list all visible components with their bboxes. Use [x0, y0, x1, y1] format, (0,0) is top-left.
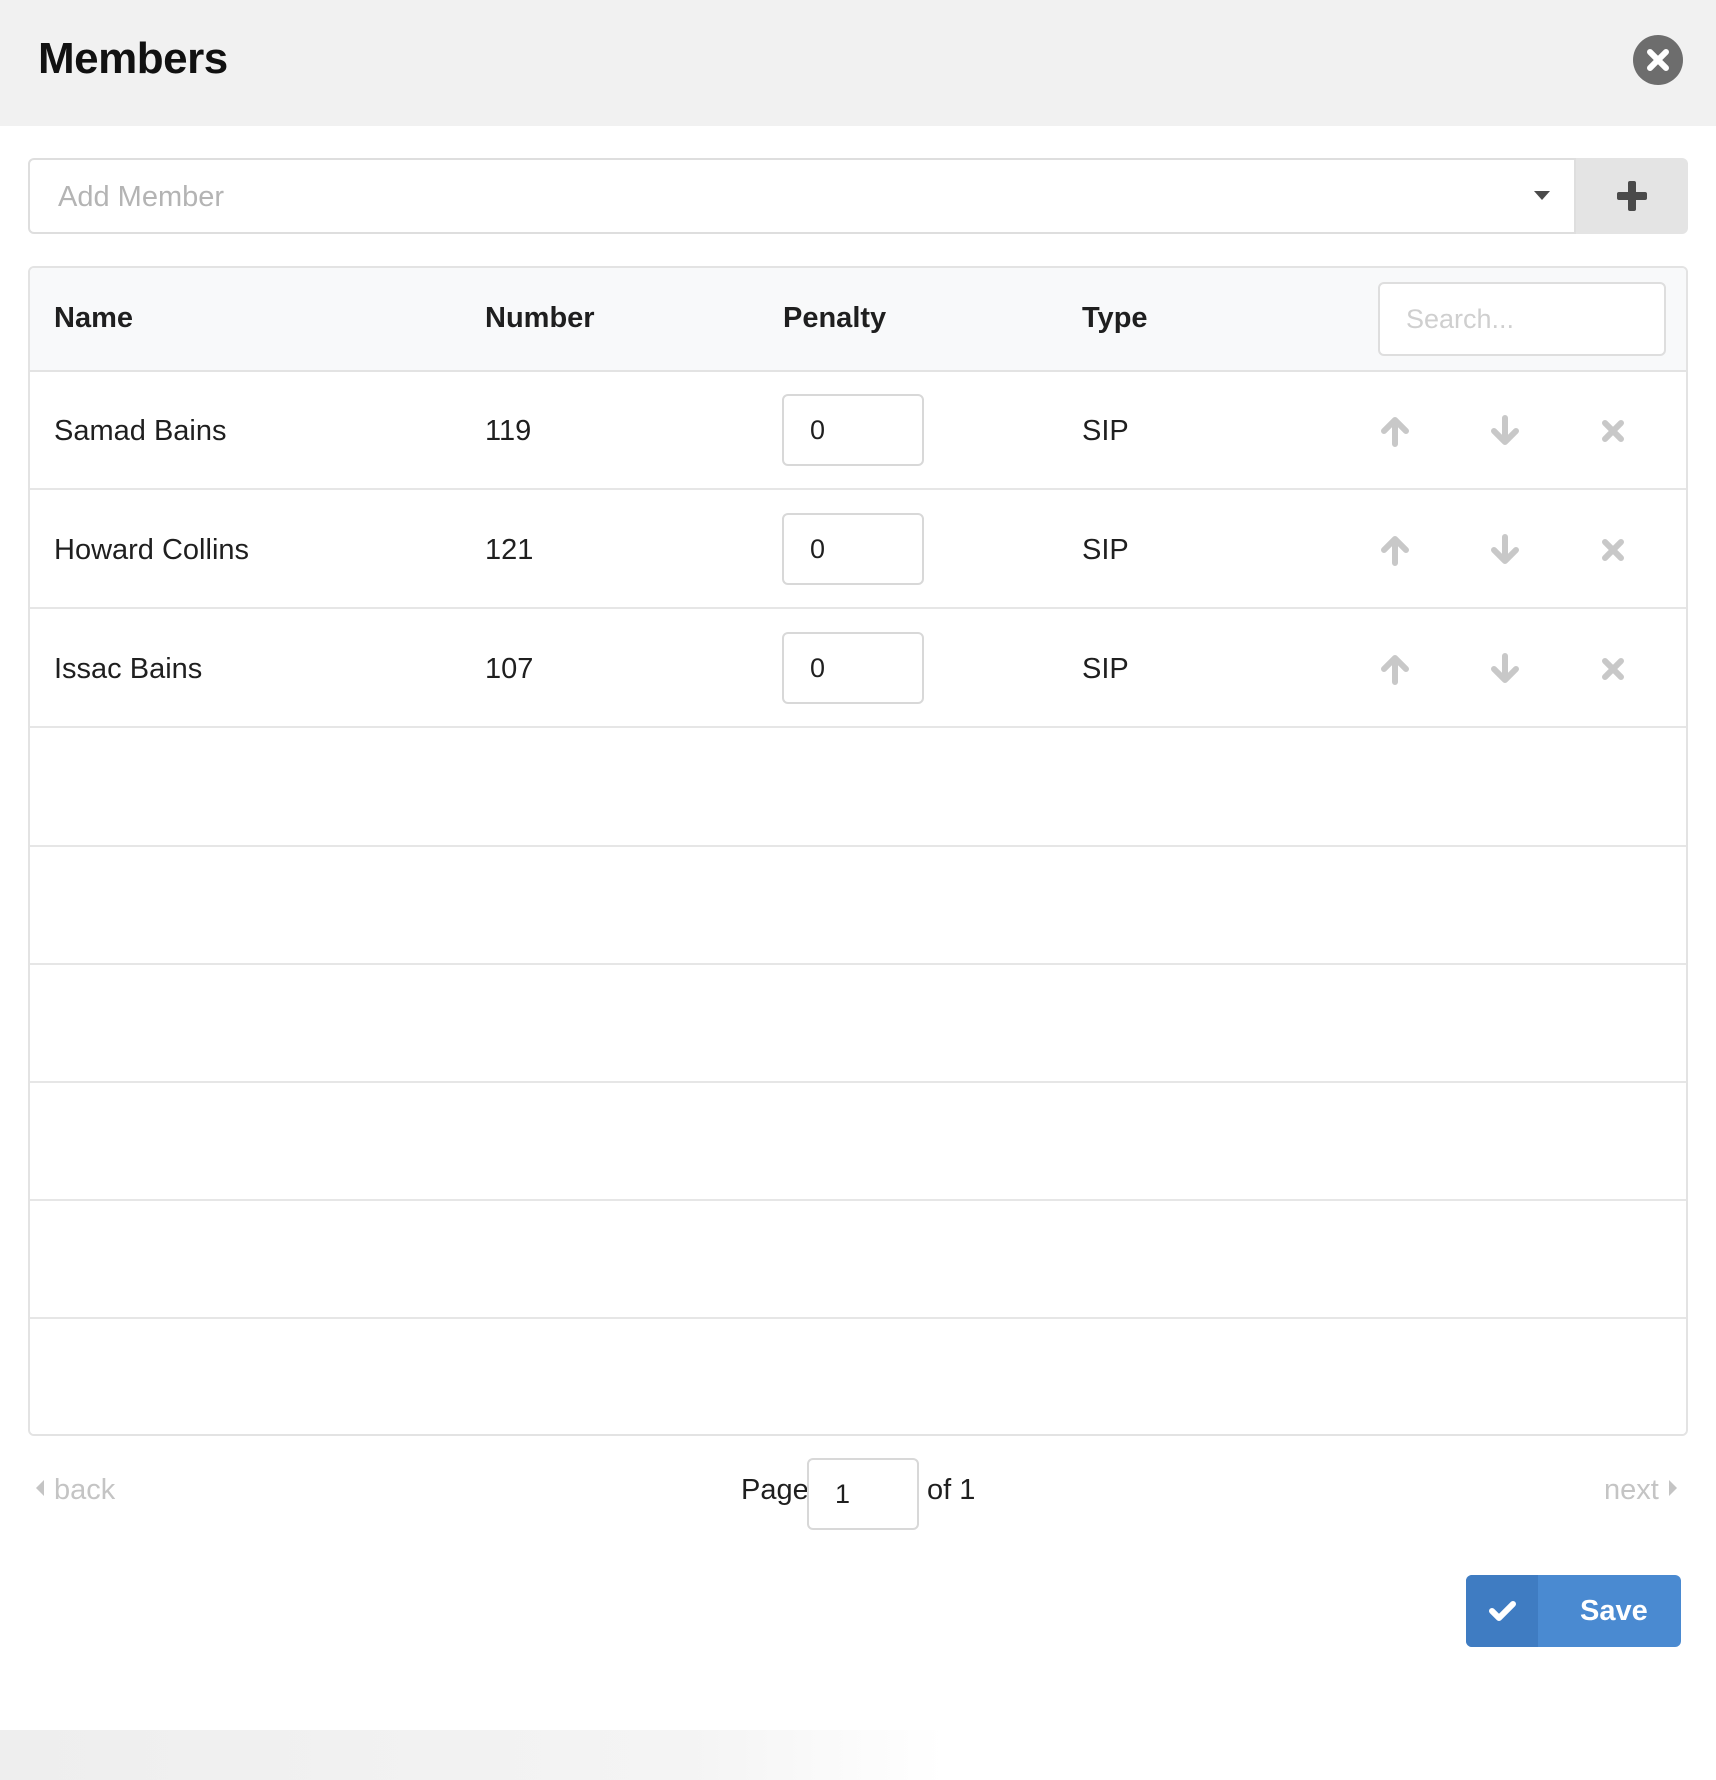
empty-row: [30, 1083, 1686, 1201]
empty-row: [30, 847, 1686, 965]
modal-header: Members: [0, 0, 1716, 126]
arrow-up-icon[interactable]: [1376, 412, 1414, 450]
member-number: 121: [485, 534, 534, 566]
page-total: of 1: [927, 1474, 976, 1506]
penalty-input[interactable]: [782, 394, 924, 466]
member-type: SIP: [1082, 653, 1129, 685]
close-icon: [1647, 49, 1669, 71]
close-button[interactable]: [1633, 35, 1683, 85]
arrow-down-icon[interactable]: [1486, 650, 1524, 688]
search-input[interactable]: [1378, 282, 1666, 356]
members-table: Name Number Penalty Type Samad Bains 119…: [28, 266, 1688, 1436]
back-label: back: [54, 1474, 116, 1506]
column-header-name[interactable]: Name: [54, 302, 133, 335]
empty-row: [30, 729, 1686, 847]
save-button[interactable]: Save: [1466, 1575, 1681, 1647]
arrow-up-icon[interactable]: [1376, 650, 1414, 688]
column-header-penalty[interactable]: Penalty: [783, 302, 886, 335]
table-row: Howard Collins 121 SIP: [30, 491, 1686, 609]
penalty-input[interactable]: [782, 513, 924, 585]
caret-left-icon: [36, 1480, 44, 1497]
page-number-input[interactable]: [807, 1458, 919, 1530]
next-link[interactable]: next: [1604, 1474, 1677, 1507]
add-member-select[interactable]: Add Member: [28, 158, 1576, 234]
caret-right-icon: [1668, 1480, 1677, 1497]
bottom-shadow: [0, 1730, 1716, 1780]
empty-row: [30, 965, 1686, 1083]
table-row: Samad Bains 119 SIP: [30, 372, 1686, 490]
remove-icon[interactable]: [1594, 531, 1632, 569]
empty-row: [30, 1319, 1686, 1434]
check-icon: [1489, 1601, 1516, 1621]
member-number: 107: [485, 653, 534, 685]
member-type: SIP: [1082, 415, 1129, 447]
arrow-down-icon[interactable]: [1486, 531, 1524, 569]
penalty-input[interactable]: [782, 632, 924, 704]
member-type: SIP: [1082, 534, 1129, 566]
table-header: Name Number Penalty Type: [30, 268, 1686, 372]
caret-down-icon: [1534, 191, 1550, 200]
member-number: 119: [485, 415, 532, 447]
table-row: Issac Bains 107 SIP: [30, 610, 1686, 728]
members-modal: Members Add Member Name Number Penalty T…: [0, 0, 1716, 1780]
member-name: Issac Bains: [54, 653, 203, 685]
pagination: back Page of 1 next: [0, 1440, 1716, 1530]
empty-row: [30, 1201, 1686, 1319]
column-header-number[interactable]: Number: [485, 302, 595, 335]
column-header-type[interactable]: Type: [1082, 302, 1148, 335]
modal-title: Members: [38, 34, 228, 83]
member-name: Howard Collins: [54, 534, 250, 566]
remove-icon[interactable]: [1594, 650, 1632, 688]
member-name: Samad Bains: [54, 415, 227, 447]
save-icon-area: [1466, 1575, 1538, 1647]
back-link[interactable]: back: [36, 1474, 115, 1507]
arrow-up-icon[interactable]: [1376, 531, 1414, 569]
add-member-placeholder: Add Member: [58, 181, 225, 213]
arrow-down-icon[interactable]: [1486, 412, 1524, 450]
add-member-button[interactable]: [1576, 158, 1688, 234]
remove-icon[interactable]: [1594, 412, 1632, 450]
save-label: Save: [1580, 1595, 1648, 1627]
page-label: Page: [741, 1474, 809, 1506]
next-label: next: [1604, 1474, 1659, 1506]
